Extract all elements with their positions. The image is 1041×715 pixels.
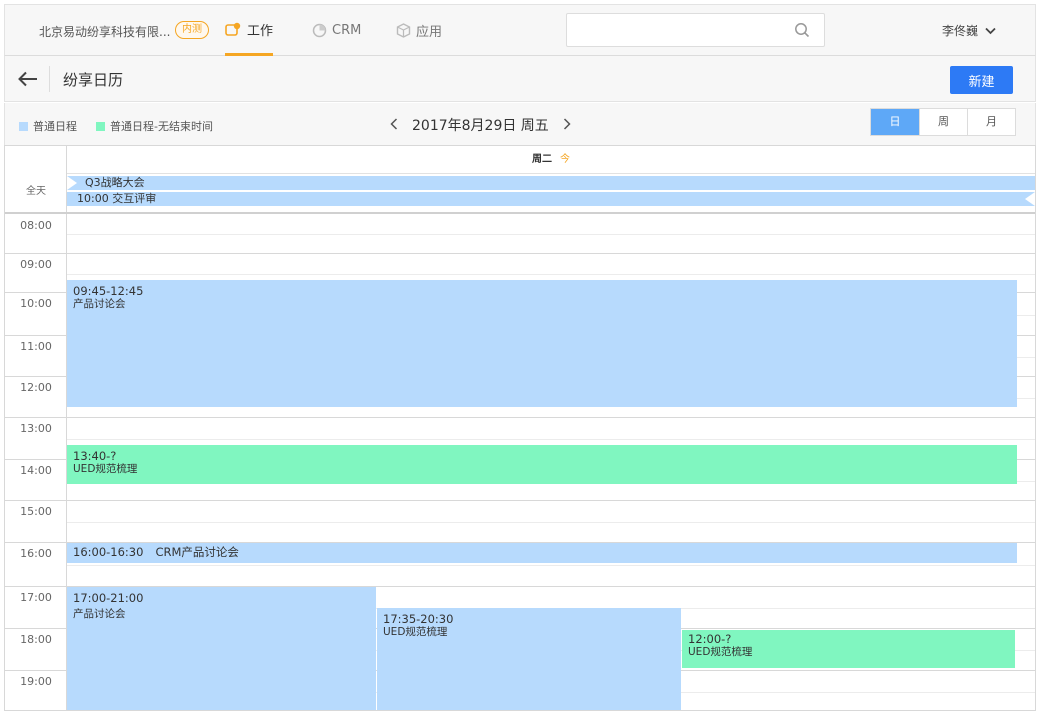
event-card[interactable]: 17:00-21:00 产品讨论会 [67,587,376,710]
hour-row[interactable]: 15:00 [5,500,1035,542]
event-time: 13:40-? [73,449,117,463]
page-header: 纷享日历 新建 [4,56,1036,102]
top-nav: 北京易动纷享科技有限... 内测 工作 CRM 应用 李佟巍 [4,4,1036,56]
event-card[interactable]: 13:40-? UED规范梳理 [67,445,1017,484]
hour-label: 09:00 [20,258,52,271]
allday-label: 全天 [26,186,46,197]
tab-apps[interactable]: 应用 [396,5,442,56]
date-navigator: 2017年8月29日 周五 [390,115,571,135]
tab-work-label: 工作 [247,23,274,39]
work-icon [225,22,242,37]
allday-event-q3[interactable]: Q3战略大会 [67,176,1035,190]
tab-crm[interactable]: CRM [312,5,361,56]
chevron-down-icon [985,24,996,38]
hour-label: 19:00 [20,675,52,688]
event-time: 17:00-21:00 [73,591,144,605]
hour-row[interactable]: 08:00 [5,215,1035,253]
allday-event-review-label: 10:00 交互评审 [77,192,157,205]
view-switcher: 日 周 月 [870,108,1016,136]
allday-event-q3-label: Q3战略大会 [85,176,145,189]
next-day-icon[interactable] [563,116,571,134]
tab-crm-label: CRM [332,23,362,38]
legend-no-end: 普通日程-无结束时间 [96,118,213,134]
hour-label: 17:00 [20,591,52,604]
day-grid: 周二今 全天 Q3战略大会 10:00 交互评审 08:00 09:00 10:00… [4,145,1036,711]
event-title: 产品讨论会 [73,298,126,310]
event-time: 17:35-20:30 [383,612,454,626]
event-title: UED规范梳理 [688,646,753,658]
legend-normal: 普通日程 [19,118,77,134]
event-card[interactable]: 17:35-20:30 UED规范梳理 [377,608,681,710]
crm-pie-icon [312,23,327,38]
hour-label: 11:00 [20,340,52,353]
user-menu[interactable]: 李佟巍 [942,22,996,39]
allday-event-review[interactable]: 10:00 交互评审 [67,192,1035,206]
half-hour-line [67,439,1035,440]
continue-left-icon [67,176,77,190]
event-card[interactable]: 16:00-16:30 CRM产品讨论会 [67,543,1017,563]
hour-label: 16:00 [20,547,52,560]
hour-label: 10:00 [20,297,52,310]
beta-badge: 内测 [175,21,209,39]
day-header-label: 周二 [532,154,552,165]
view-day-button[interactable]: 日 [871,109,919,135]
half-hour-line [67,274,1035,275]
legend-normal-label: 普通日程 [33,120,77,133]
hour-label: 14:00 [20,464,52,477]
legend-swatch-blue [19,121,28,131]
page-title: 纷享日历 [63,71,124,89]
view-month-button[interactable]: 月 [967,109,1015,135]
divider [49,66,50,92]
event-time: 16:00-16:30 [73,545,144,559]
event-title: UED规范梳理 [73,463,138,475]
half-hour-line [67,234,1035,235]
hour-label: 15:00 [20,505,52,518]
search-input[interactable] [566,13,825,47]
hour-label: 13:00 [20,422,52,435]
legend-swatch-green [96,121,105,131]
event-card[interactable]: 12:00-? UED规范梳理 [682,630,1015,668]
company-name[interactable]: 北京易动纷享科技有限... [39,23,170,40]
allday-row: 全天 Q3战略大会 10:00 交互评审 [5,174,1035,214]
hour-label: 18:00 [20,633,52,646]
view-week-button[interactable]: 周 [919,109,967,135]
back-arrow-icon[interactable] [17,68,39,90]
calendar-toolbar: 普通日程 普通日程-无结束时间 2017年8月29日 周五 日 周 月 [4,103,1036,145]
continue-right-icon [1025,192,1035,206]
hour-label: 12:00 [20,381,52,394]
legend-no-end-label: 普通日程-无结束时间 [110,120,213,133]
user-name: 李佟巍 [942,24,979,38]
event-card[interactable]: 09:45-12:45 产品讨论会 [67,280,1017,407]
event-title: CRM产品讨论会 [155,545,239,559]
hour-label: 08:00 [20,219,52,232]
current-date: 2017年8月29日 周五 [412,118,549,134]
tab-apps-label: 应用 [416,25,443,40]
search-icon[interactable] [794,22,810,41]
event-time: 09:45-12:45 [73,284,144,298]
prev-day-icon[interactable] [390,116,398,134]
day-header: 周二今 [67,146,1035,174]
half-hour-line [67,565,1035,566]
app-box-icon [396,23,411,38]
new-button[interactable]: 新建 [950,66,1013,94]
event-time: 12:00-? [688,632,732,646]
event-title: 产品讨论会 [73,608,126,620]
tab-work[interactable]: 工作 [225,5,274,56]
half-hour-line [67,522,1035,523]
today-mark: 今 [560,154,570,165]
event-title: UED规范梳理 [383,626,448,638]
